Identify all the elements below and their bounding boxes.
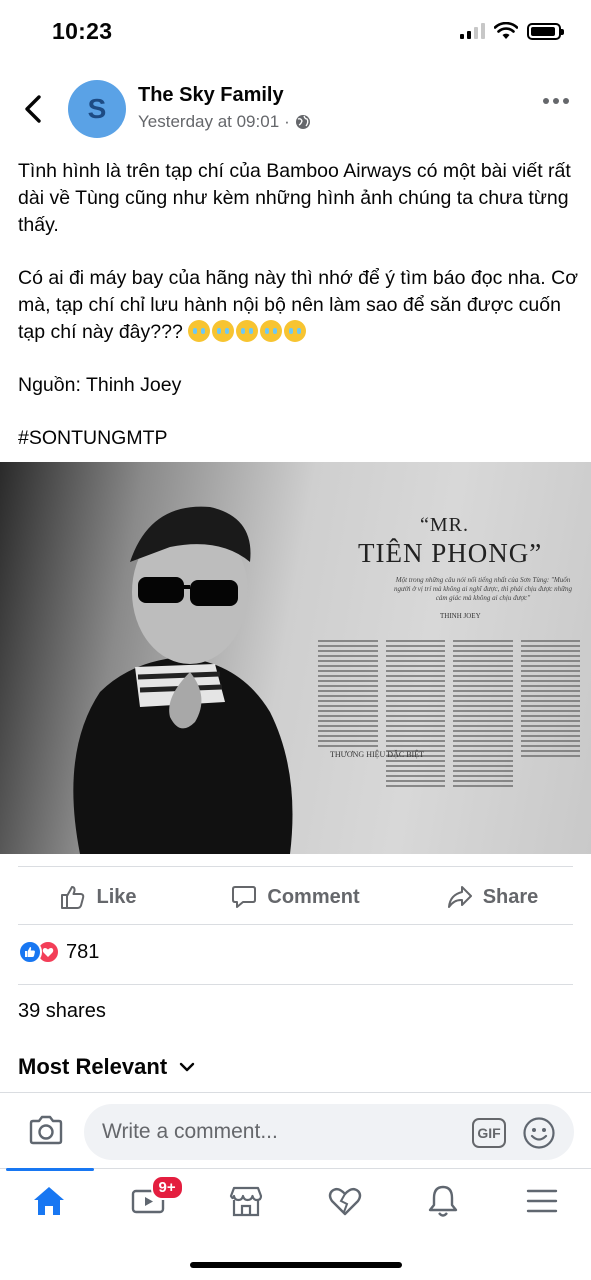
- comment-sort-label: Most Relevant: [18, 1054, 168, 1079]
- avatar[interactable]: S: [68, 80, 126, 138]
- tab-dating[interactable]: [296, 1169, 395, 1232]
- active-tab-indicator: [6, 1168, 94, 1171]
- like-reaction-icon: [18, 940, 42, 964]
- post-header: S The Sky Family Yesterday at 09:01 ·: [0, 80, 591, 140]
- share-label: Share: [482, 885, 539, 908]
- person-photo-illustration: [73, 506, 293, 854]
- magazine-title: TIÊN PHONG”: [358, 538, 543, 568]
- home-icon: [34, 1186, 65, 1215]
- crying-emoji-icon: [188, 320, 308, 343]
- tab-marketplace[interactable]: [197, 1169, 296, 1232]
- post-text: Tình hình là trên tạp chí của Bamboo Air…: [18, 158, 578, 452]
- comment-composer: GIF: [0, 1102, 591, 1162]
- magazine-column: [318, 640, 378, 840]
- battery-icon: [527, 22, 564, 40]
- like-label: Like: [96, 885, 137, 908]
- reaction-count: 781: [66, 940, 100, 963]
- hamburger-menu-icon: [526, 1189, 557, 1212]
- magazine-section-heading: THƯƠNG HIỆU ĐẶC BIỆT: [330, 750, 424, 759]
- share-arrow-icon: [447, 886, 472, 908]
- magazine-author: THINH JOEY: [440, 612, 481, 620]
- status-icons: [460, 22, 564, 40]
- post-hashtag[interactable]: #SONTUNGMTP: [18, 425, 578, 452]
- post-timestamp[interactable]: Yesterday at 09:01: [138, 112, 279, 132]
- notification-badge: 9+: [150, 1175, 184, 1200]
- comment-sort-dropdown[interactable]: Most Relevant: [18, 1054, 195, 1080]
- camera-icon[interactable]: [28, 1114, 64, 1146]
- gif-button[interactable]: GIF: [472, 1118, 506, 1148]
- more-options-icon[interactable]: [543, 98, 569, 104]
- back-arrow-icon[interactable]: [20, 94, 46, 124]
- divider: [18, 984, 573, 985]
- post-actions: Like Comment Share: [0, 870, 591, 924]
- tab-home[interactable]: [0, 1168, 99, 1232]
- heart-icon: [328, 1187, 361, 1215]
- comment-button[interactable]: Comment: [197, 870, 394, 924]
- magazine-title-small: “MR.: [420, 514, 469, 536]
- comment-icon: [232, 886, 257, 908]
- post-paragraph-2: Có ai đi máy bay của hãng này thì nhớ để…: [18, 265, 578, 346]
- like-button[interactable]: Like: [0, 870, 197, 924]
- wifi-icon: [494, 22, 518, 39]
- magazine-subtitle: Một trong những câu nói nổi tiếng nhất c…: [394, 576, 572, 602]
- magazine-column: [453, 640, 513, 840]
- tab-watch[interactable]: 9+: [99, 1169, 198, 1232]
- post-photo[interactable]: “MR. TIÊN PHONG” Một trong những câu nói…: [0, 462, 591, 854]
- thumbs-up-icon: [61, 886, 85, 909]
- post-source: Nguồn: Thinh Joey: [18, 374, 182, 396]
- chevron-down-icon: [179, 1062, 195, 1072]
- share-button[interactable]: Share: [394, 870, 591, 924]
- shares-count[interactable]: 39 shares: [18, 1000, 106, 1023]
- page-name[interactable]: The Sky Family: [138, 84, 284, 107]
- post-meta: Yesterday at 09:01 ·: [138, 112, 311, 132]
- comment-label: Comment: [267, 885, 360, 908]
- divider: [18, 924, 573, 925]
- globe-icon: [295, 115, 310, 129]
- home-indicator: [190, 1262, 402, 1268]
- tab-menu[interactable]: [493, 1169, 591, 1232]
- magazine-column: [385, 640, 445, 840]
- cellular-signal-icon: [460, 23, 485, 39]
- bottom-tab-bar: 9+: [0, 1168, 591, 1232]
- bell-icon: [429, 1185, 458, 1217]
- magazine-column: [520, 640, 580, 840]
- status-bar: 10:23: [0, 0, 591, 64]
- emoji-icon[interactable]: [522, 1116, 556, 1150]
- divider: [18, 866, 573, 867]
- magazine-columns: [318, 640, 580, 840]
- post-paragraph-1: Tình hình là trên tạp chí của Bamboo Air…: [18, 160, 571, 236]
- status-time: 10:23: [52, 18, 113, 44]
- tab-notifications[interactable]: [394, 1169, 493, 1232]
- marketplace-shop-icon: [230, 1186, 263, 1216]
- reactions-summary[interactable]: 781: [18, 940, 99, 964]
- divider: [0, 1092, 591, 1093]
- meta-separator: ·: [284, 112, 290, 131]
